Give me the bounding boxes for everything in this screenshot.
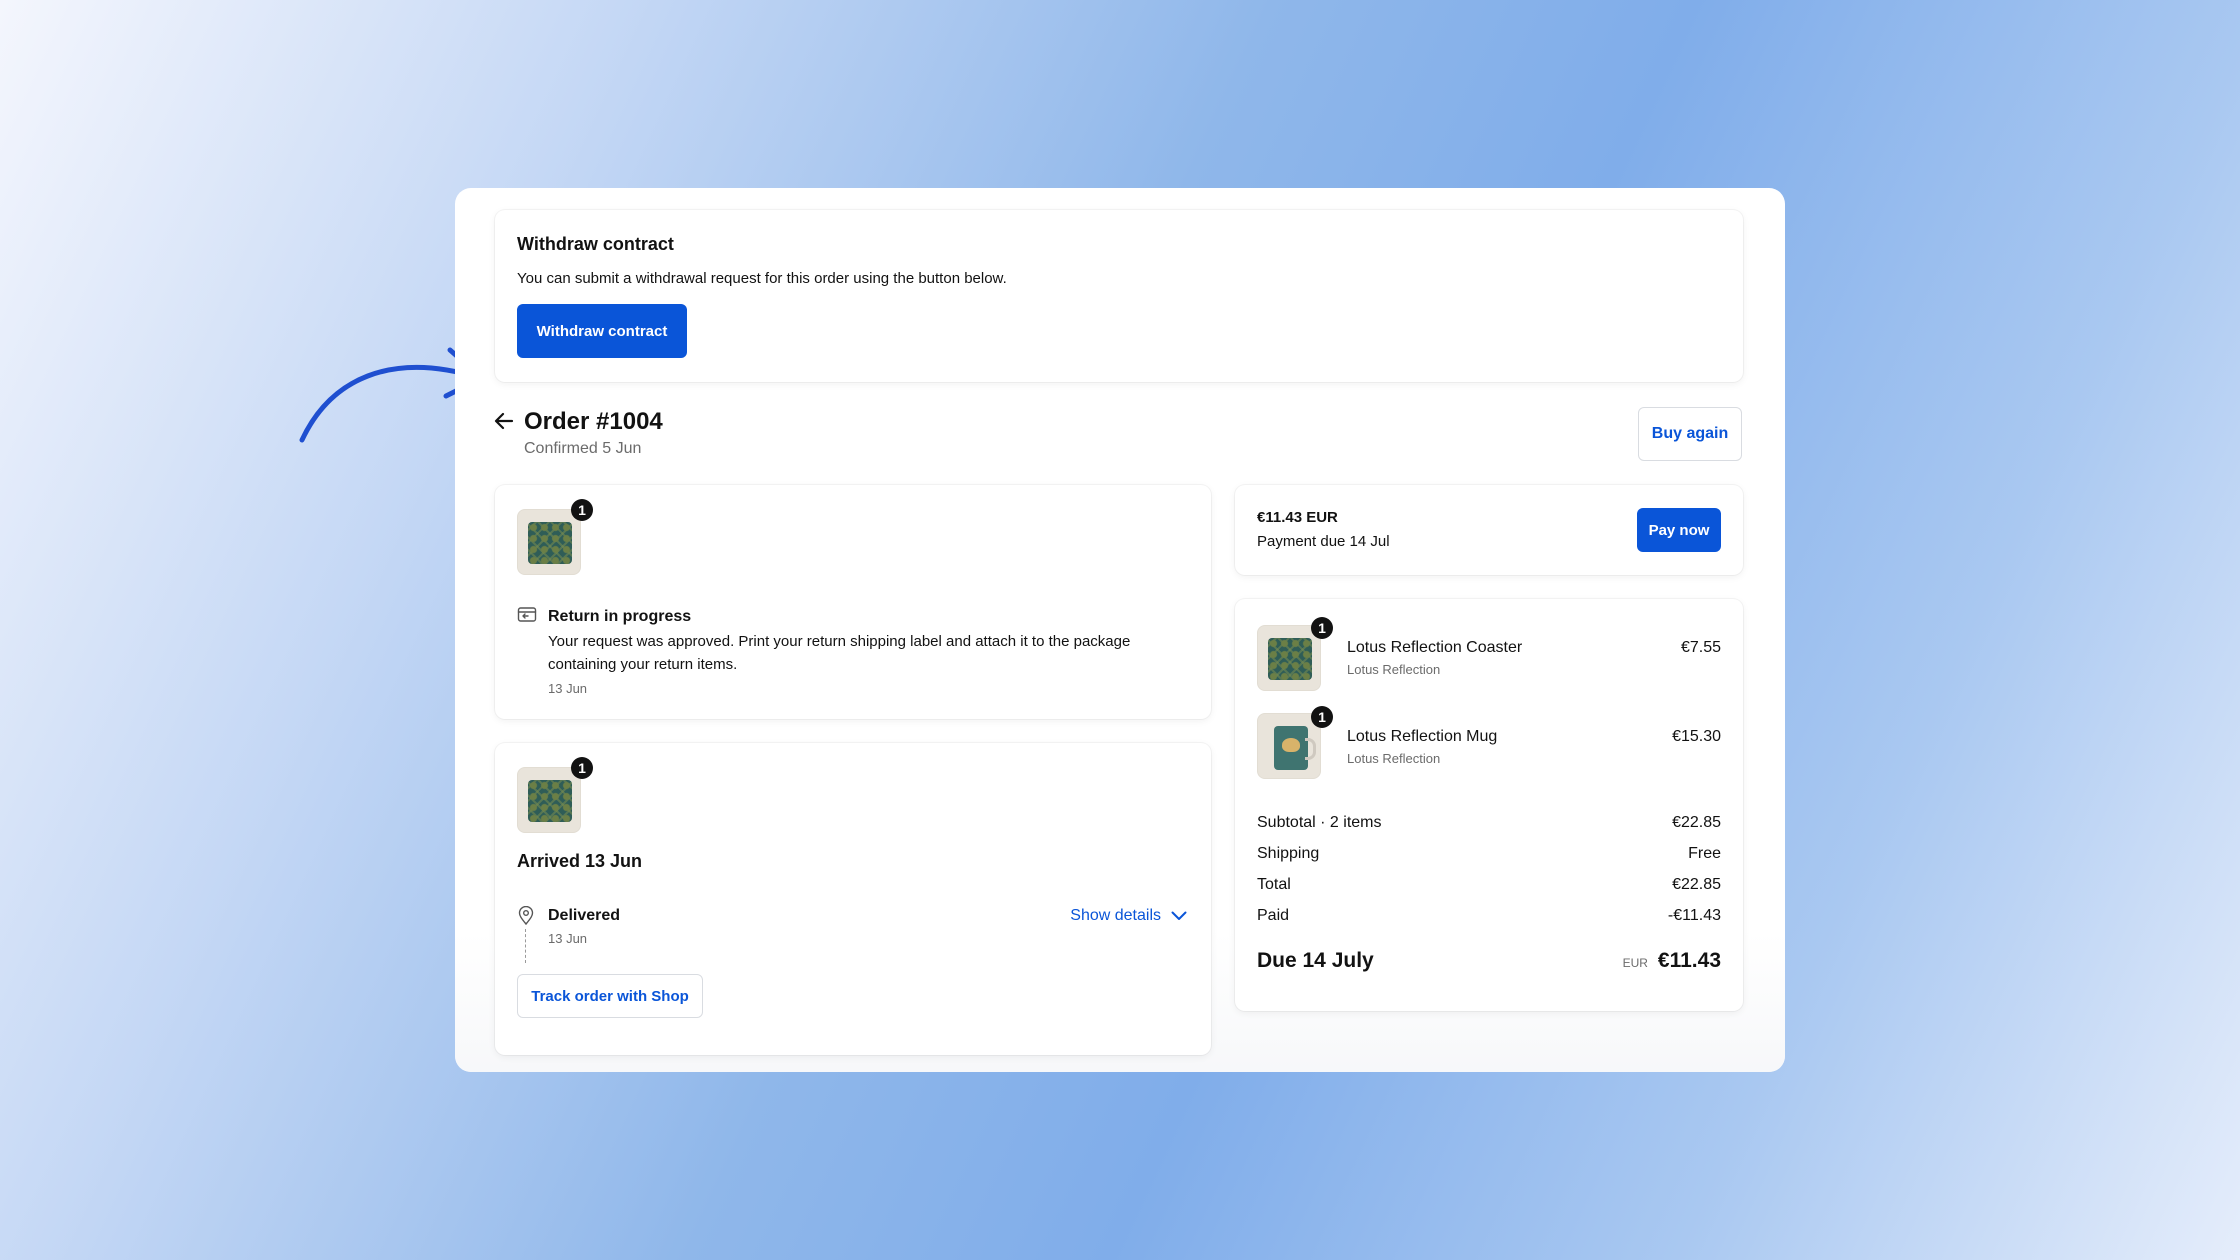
quantity-badge: 1 — [571, 499, 593, 521]
shipping-row: Shipping Free — [1257, 845, 1721, 863]
line-item-price: €7.55 — [1680, 639, 1721, 656]
subtotal-value: €22.85 — [1672, 814, 1721, 831]
subtotal-label: Subtotal · 2 items — [1257, 814, 1382, 831]
withdraw-title: Withdraw contract — [517, 234, 674, 254]
return-item-thumbnail — [517, 509, 581, 575]
delivery-item-thumbnail — [517, 767, 581, 833]
order-status-page: Withdraw contract You can submit a withd… — [455, 188, 1785, 1072]
payment-due-text: Payment due 14 Jul — [1257, 533, 1390, 550]
show-details-link[interactable]: Show details — [1070, 907, 1187, 925]
payment-card: €11.43 EUR Payment due 14 Jul Pay now — [1235, 485, 1743, 575]
due-value: €11.43 — [1657, 949, 1721, 972]
subtotal-row: Subtotal · 2 items €22.85 — [1257, 814, 1721, 832]
location-pin-icon — [518, 906, 534, 926]
track-order-button[interactable]: Track order with Shop — [517, 974, 703, 1018]
delivered-date: 13 Jun — [548, 931, 588, 946]
coaster-thumbnail — [1268, 638, 1312, 680]
pay-now-button[interactable]: Pay now — [1637, 508, 1721, 552]
buy-again-button[interactable]: Buy again — [1638, 407, 1742, 461]
show-details-label: Show details — [1070, 907, 1161, 924]
total-row: Total €22.85 — [1257, 876, 1721, 894]
order-title: Order #1004 — [524, 408, 663, 435]
order-summary-card: 1 Lotus Reflection Coaster Lotus Reflect… — [1235, 599, 1743, 1011]
paid-row: Paid -€11.43 — [1257, 907, 1721, 925]
quantity-badge: 1 — [1311, 706, 1333, 728]
line-item-vendor: Lotus Reflection — [1347, 751, 1441, 766]
quantity-badge: 1 — [571, 757, 593, 779]
withdraw-contract-card: Withdraw contract You can submit a withd… — [495, 210, 1743, 382]
due-label: Due 14 July — [1257, 949, 1374, 972]
total-value: €22.85 — [1672, 876, 1721, 893]
back-arrow-icon[interactable] — [493, 410, 515, 432]
due-row: Due 14 July EUR €11.43 — [1257, 949, 1721, 973]
return-date: 13 Jun — [548, 681, 588, 696]
return-box-icon — [517, 607, 537, 622]
payment-amount: €11.43 EUR — [1257, 509, 1338, 526]
order-confirmed-date: Confirmed 5 Jun — [524, 440, 642, 457]
timeline-line — [525, 929, 526, 963]
shipping-value: Free — [1688, 845, 1721, 862]
coaster-thumbnail — [528, 780, 572, 822]
chevron-down-icon — [1171, 911, 1187, 920]
withdraw-contract-button[interactable]: Withdraw contract — [517, 304, 687, 358]
delivery-card: 1 Arrived 13 Jun Delivered 13 Jun Show d… — [495, 743, 1211, 1055]
withdraw-description: You can submit a withdrawal request for … — [517, 270, 1007, 287]
mug-thumbnail — [1274, 726, 1316, 770]
shipping-label: Shipping — [1257, 845, 1320, 862]
delivered-status-title: Delivered — [548, 907, 621, 924]
line-item-price: €15.30 — [1672, 728, 1721, 745]
due-amount: EUR €11.43 — [1623, 949, 1721, 973]
return-card: 1 Return in progress Your request was ap… — [495, 485, 1211, 719]
total-label: Total — [1257, 876, 1291, 893]
line-item-thumbnail — [1257, 625, 1321, 691]
return-status-title: Return in progress — [548, 608, 692, 625]
quantity-badge: 1 — [1311, 617, 1333, 639]
due-currency: EUR — [1622, 956, 1648, 970]
line-item-name: Lotus Reflection Mug — [1347, 728, 1498, 745]
paid-value: -€11.43 — [1667, 907, 1721, 924]
line-item-vendor: Lotus Reflection — [1347, 662, 1441, 677]
paid-label: Paid — [1257, 907, 1290, 924]
return-status-text: Your request was approved. Print your re… — [548, 633, 1131, 673]
arrived-date-heading: Arrived 13 Jun — [517, 851, 643, 871]
line-item-name: Lotus Reflection Coaster — [1347, 639, 1523, 656]
line-item-thumbnail — [1257, 713, 1321, 779]
coaster-thumbnail — [528, 522, 572, 564]
